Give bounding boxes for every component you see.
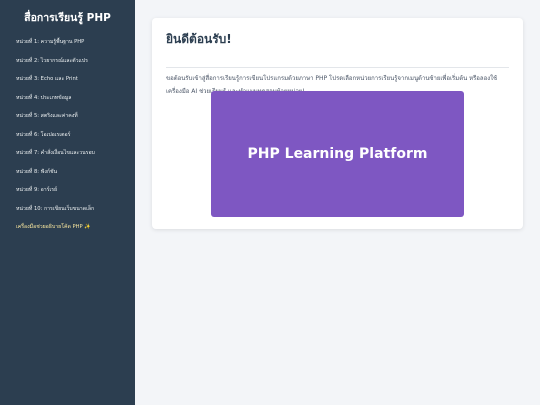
welcome-card: ยินดีต้อนรับ! ขอต้อนรับเข้าสู่สื่อการเรี… bbox=[152, 18, 523, 229]
sidebar-item-unit-2[interactable]: หน่วยที่ 2: ไวยากรณ์และตัวแปร bbox=[0, 52, 135, 71]
sidebar-item-unit-10[interactable]: หน่วยที่ 10: การเขียนเว็บขนาดเล็ก bbox=[0, 200, 135, 219]
sidebar-item-unit-3[interactable]: หน่วยที่ 3: Echo และ Print bbox=[0, 70, 135, 89]
sidebar-item-unit-8[interactable]: หน่วยที่ 8: ฟังก์ชัน bbox=[0, 163, 135, 182]
sidebar-item-unit-4[interactable]: หน่วยที่ 4: ประเภทข้อมูล bbox=[0, 89, 135, 108]
sidebar-item-unit-5[interactable]: หน่วยที่ 5: สตริงและค่าคงที่ bbox=[0, 107, 135, 126]
page-title: ยินดีต้อนรับ! bbox=[166, 32, 232, 46]
sidebar-title: สื่อการเรียนรู้ PHP bbox=[24, 12, 111, 24]
hero-banner: PHP Learning Platform bbox=[211, 91, 464, 217]
sidebar-item-ai-code-explainer[interactable]: เครื่องมือช่วยอธิบายโค้ด PHP ✨ bbox=[0, 218, 135, 237]
sidebar-item-unit-7[interactable]: หน่วยที่ 7: คำสั่งเงื่อนไขและวนรอบ bbox=[0, 144, 135, 163]
banner-text: PHP Learning Platform bbox=[247, 146, 428, 162]
sidebar: สื่อการเรียนรู้ PHP หน่วยที่ 1: ความรู้พ… bbox=[0, 0, 135, 405]
sidebar-item-unit-9[interactable]: หน่วยที่ 9: อาร์เรย์ bbox=[0, 181, 135, 200]
sidebar-nav: หน่วยที่ 1: ความรู้พื้นฐาน PHP หน่วยที่ … bbox=[0, 33, 135, 237]
sidebar-item-unit-6[interactable]: หน่วยที่ 6: โอเปอเรเตอร์ bbox=[0, 126, 135, 145]
title-divider bbox=[166, 67, 509, 68]
sidebar-item-unit-1[interactable]: หน่วยที่ 1: ความรู้พื้นฐาน PHP bbox=[0, 33, 135, 52]
